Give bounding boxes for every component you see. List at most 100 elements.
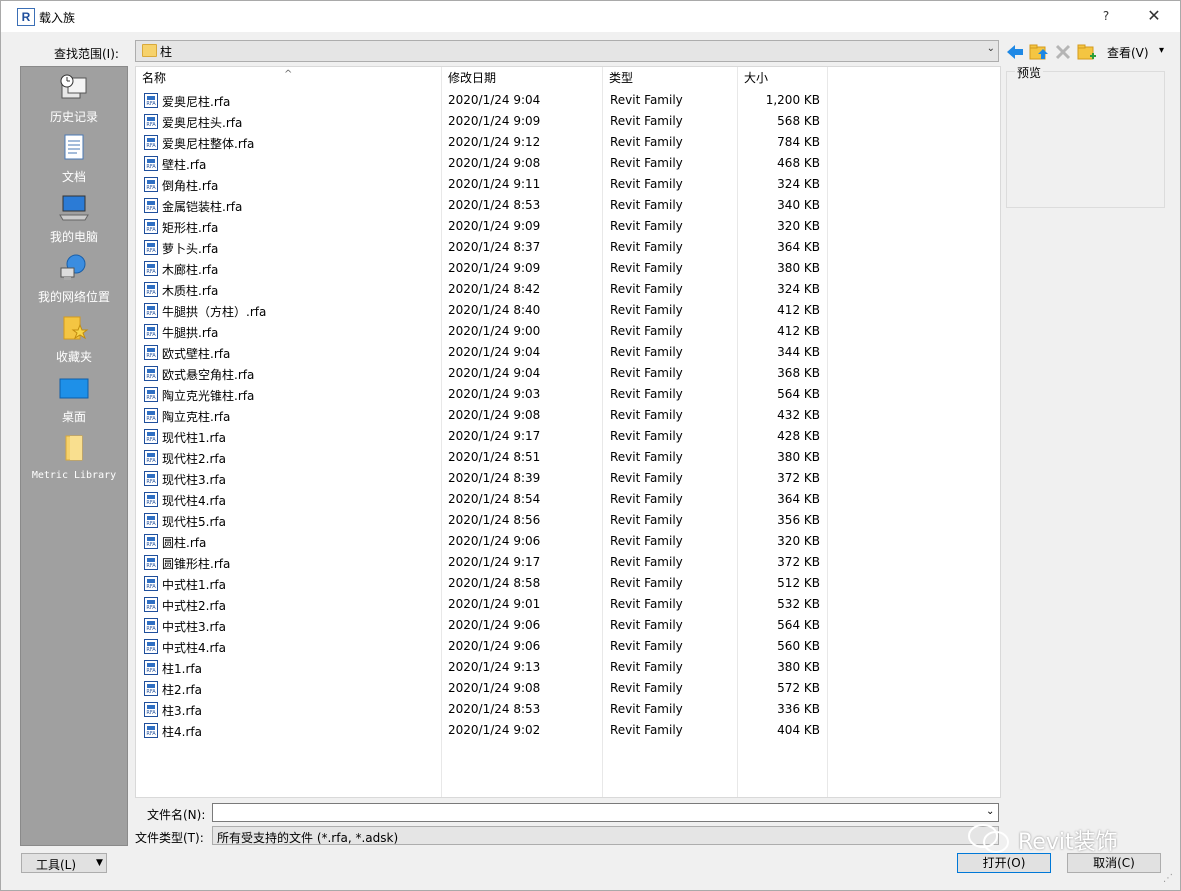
column-header-type[interactable]: 类型 [603,67,737,89]
place-my-computer[interactable]: 我的电脑 [21,187,127,247]
file-size: 432 KB [777,408,820,422]
file-row[interactable]: 中式柱1.rfa 2020/1/24 8:58 Revit Family 512 KB [136,573,1000,594]
file-type: Revit Family [610,240,683,254]
rfa-file-icon [144,240,158,255]
file-row[interactable]: 爱奥尼柱.rfa 2020/1/24 9:04 Revit Family 1,200 … [136,90,1000,111]
wechat-icon [968,824,1009,853]
file-row[interactable]: 矩形柱.rfa 2020/1/24 9:09 Revit Family 320 KB [136,216,1000,237]
file-row[interactable]: 现代柱3.rfa 2020/1/24 8:39 Revit Family 372 KB [136,468,1000,489]
file-date: 2020/1/24 9:17 [448,429,541,443]
file-row[interactable]: 欧式悬空角柱.rfa 2020/1/24 9:04 Revit Family 368 … [136,363,1000,384]
file-date: 2020/1/24 9:12 [448,135,541,149]
file-name: 中式柱4.rfa [162,641,226,655]
resize-grip-icon[interactable]: ⋰ [1163,873,1173,884]
file-row[interactable]: 欧式壁柱.rfa 2020/1/24 9:04 Revit Family 344 KB [136,342,1000,363]
column-header-date[interactable]: 修改日期 [442,67,602,89]
rfa-file-icon [144,303,158,318]
filetype-select[interactable]: 所有受支持的文件 (*.rfa, *.adsk) [212,826,999,845]
column-header-size[interactable]: 大小 [738,67,827,89]
file-name: 木质柱.rfa [162,284,219,298]
file-row[interactable]: 圆锥形柱.rfa 2020/1/24 9:17 Revit Family 372 KB [136,552,1000,573]
file-date: 2020/1/24 8:39 [448,471,541,485]
file-row[interactable]: 中式柱3.rfa 2020/1/24 9:06 Revit Family 564 KB [136,615,1000,636]
file-type: Revit Family [610,324,683,338]
file-row[interactable]: 柱1.rfa 2020/1/24 9:13 Revit Family 380 KB [136,657,1000,678]
rfa-file-icon [144,282,158,297]
filename-input[interactable] [212,803,999,822]
rfa-file-icon [144,660,158,675]
file-row[interactable]: 爱奥尼柱头.rfa 2020/1/24 9:09 Revit Family 568 K… [136,111,1000,132]
file-row[interactable]: 木质柱.rfa 2020/1/24 8:42 Revit Family 324 KB [136,279,1000,300]
file-row[interactable]: 陶立克光锥柱.rfa 2020/1/24 9:03 Revit Family 564 … [136,384,1000,405]
file-size: 324 KB [777,282,820,296]
file-date: 2020/1/24 9:09 [448,261,541,275]
file-row[interactable]: 圆柱.rfa 2020/1/24 9:06 Revit Family 320 KB [136,531,1000,552]
file-size: 368 KB [777,366,820,380]
tools-button[interactable]: 工具(L) ▼ [21,853,107,873]
file-size: 568 KB [777,114,820,128]
view-menu-label[interactable]: 查看(V) [1107,44,1149,61]
back-arrow-icon[interactable] [1005,42,1025,62]
file-row[interactable]: 现代柱1.rfa 2020/1/24 9:17 Revit Family 428 KB [136,426,1000,447]
place-desktop[interactable]: 桌面 [21,367,127,427]
file-name: 牛腿拱（方柱）.rfa [162,305,267,319]
file-size: 372 KB [777,471,820,485]
file-date: 2020/1/24 8:53 [448,702,541,716]
file-row[interactable]: 现代柱5.rfa 2020/1/24 8:56 Revit Family 356 KB [136,510,1000,531]
file-size: 364 KB [777,240,820,254]
file-date: 2020/1/24 8:42 [448,282,541,296]
rfa-file-icon [144,324,158,339]
file-type: Revit Family [610,597,683,611]
chevron-down-icon[interactable]: ⌄ [987,43,995,54]
file-row[interactable]: 中式柱4.rfa 2020/1/24 9:06 Revit Family 560 KB [136,636,1000,657]
file-row[interactable]: 中式柱2.rfa 2020/1/24 9:01 Revit Family 532 KB [136,594,1000,615]
up-folder-icon[interactable] [1029,42,1049,62]
rfa-file-icon [144,93,158,108]
file-row[interactable]: 柱3.rfa 2020/1/24 8:53 Revit Family 336 KB [136,699,1000,720]
file-name: 倒角柱.rfa [162,179,219,193]
file-name: 现代柱3.rfa [162,473,226,487]
file-row[interactable]: 现代柱2.rfa 2020/1/24 8:51 Revit Family 380 KB [136,447,1000,468]
view-dropdown-icon[interactable]: ▾ [1159,45,1164,56]
file-row[interactable]: 陶立克柱.rfa 2020/1/24 9:08 Revit Family 432 KB [136,405,1000,426]
column-header-name[interactable]: 名称 ^ [136,67,441,89]
file-name: 欧式壁柱.rfa [162,347,231,361]
file-date: 2020/1/24 9:04 [448,345,541,359]
file-row[interactable]: 爱奥尼柱整体.rfa 2020/1/24 9:12 Revit Family 784 … [136,132,1000,153]
lookin-combo[interactable]: 柱 ⌄ [135,40,999,62]
rfa-file-icon [144,450,158,465]
file-row[interactable]: 金属铠装柱.rfa 2020/1/24 8:53 Revit Family 340 K… [136,195,1000,216]
file-row[interactable]: 柱4.rfa 2020/1/24 9:02 Revit Family 404 KB [136,720,1000,741]
file-row[interactable]: 柱2.rfa 2020/1/24 9:08 Revit Family 572 KB [136,678,1000,699]
file-row[interactable]: 牛腿拱.rfa 2020/1/24 9:00 Revit Family 412 KB [136,321,1000,342]
file-type: Revit Family [610,450,683,464]
file-name: 柱1.rfa [162,662,202,676]
file-date: 2020/1/24 8:56 [448,513,541,527]
file-row[interactable]: 壁柱.rfa 2020/1/24 9:08 Revit Family 468 KB [136,153,1000,174]
file-date: 2020/1/24 9:04 [448,366,541,380]
new-folder-icon[interactable] [1077,42,1097,62]
chevron-down-icon[interactable]: ⌄ [986,806,994,817]
chevron-down-icon: ▼ [96,858,103,868]
delete-icon[interactable] [1053,42,1073,62]
history-icon [60,74,87,99]
place-metric-library[interactable]: Metric Library [21,427,127,487]
file-size: 532 KB [777,597,820,611]
place-favorites[interactable]: 收藏夹 [21,307,127,367]
favorites-icon [63,316,89,340]
place-network[interactable]: 我的网络位置 [21,247,127,307]
rfa-file-icon [144,492,158,507]
place-history[interactable]: 历史记录 [21,67,127,127]
close-button[interactable]: ✕ [1131,1,1177,31]
file-row[interactable]: 萝卜头.rfa 2020/1/24 8:37 Revit Family 364 KB [136,237,1000,258]
file-row[interactable]: 木廊柱.rfa 2020/1/24 9:09 Revit Family 380 KB [136,258,1000,279]
file-row[interactable]: 现代柱4.rfa 2020/1/24 8:54 Revit Family 364 KB [136,489,1000,510]
file-list[interactable]: 名称 ^ 修改日期 类型 大小 爱奥尼柱.rfa 2020/1/24 9:04 Re… [135,66,1001,798]
file-row[interactable]: 牛腿拱（方柱）.rfa 2020/1/24 8:40 Revit Family 412… [136,300,1000,321]
place-documents[interactable]: 文档 [21,127,127,187]
help-button[interactable]: ? [1089,1,1123,31]
file-name: 矩形柱.rfa [162,221,219,235]
file-row[interactable]: 倒角柱.rfa 2020/1/24 9:11 Revit Family 324 KB [136,174,1000,195]
file-date: 2020/1/24 9:04 [448,93,541,107]
rfa-file-icon [144,681,158,696]
